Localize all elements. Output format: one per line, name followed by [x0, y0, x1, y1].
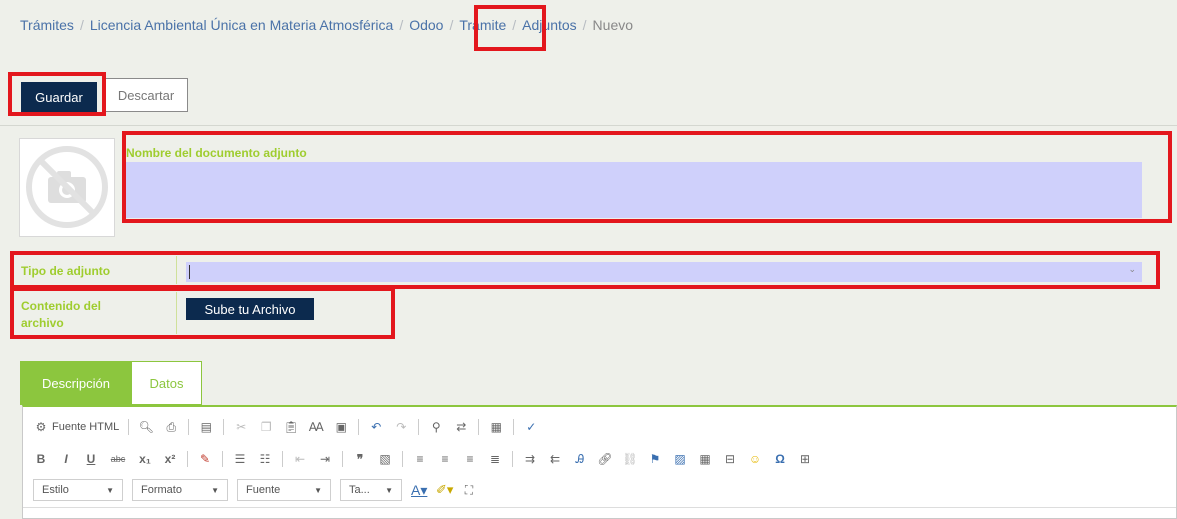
- language-icon[interactable]: Ꭿ: [572, 451, 588, 467]
- undo-icon[interactable]: ↶: [368, 419, 384, 435]
- size-combo[interactable]: Ta... ▼: [340, 479, 402, 501]
- ltr-icon[interactable]: ⇉: [522, 451, 538, 467]
- preview-icon[interactable]: 🔍︎: [138, 419, 154, 435]
- replace-icon[interactable]: ⇄: [453, 419, 469, 435]
- italic-icon[interactable]: I: [58, 451, 74, 467]
- cut-icon[interactable]: ✂: [233, 419, 249, 435]
- html-source-button[interactable]: ⚙ Fuente HTML: [33, 419, 120, 435]
- paste-text-icon[interactable]: Ꜳ: [308, 419, 324, 435]
- format-combo[interactable]: Formato ▼: [132, 479, 228, 501]
- tab-descripcion[interactable]: Descripción: [20, 361, 132, 405]
- toolbar-separator: [187, 451, 188, 467]
- toolbar-separator: [418, 419, 420, 435]
- select-all-icon[interactable]: ▦: [488, 419, 504, 435]
- special-char-omega-icon[interactable]: Ω: [772, 451, 788, 467]
- toolbar-separator: [223, 419, 225, 435]
- format-combo-label: Formato: [141, 484, 182, 496]
- remove-format-icon[interactable]: ✎: [197, 451, 213, 467]
- font-combo[interactable]: Fuente ▼: [237, 479, 331, 501]
- breadcrumb-odoo[interactable]: Odoo: [409, 17, 443, 33]
- toolbar-separator: [512, 451, 513, 467]
- toolbar-separator: [282, 451, 283, 467]
- highlight-content: [10, 287, 395, 339]
- superscript-icon[interactable]: x²: [162, 451, 178, 467]
- align-right-icon[interactable]: ≡: [462, 451, 478, 467]
- print-icon[interactable]: ⎙: [163, 419, 179, 435]
- subscript-icon[interactable]: x₁: [137, 451, 153, 467]
- rich-text-editor[interactable]: ⚙ Fuente HTML 🔍︎ ⎙ ▤ ✂ ❐ 📋︎ Ꜳ ▣ ↶ ↷ ⚲ ⇄ …: [22, 405, 1177, 519]
- image-icon[interactable]: ▨: [672, 451, 688, 467]
- chevron-down-icon: ▼: [106, 485, 114, 495]
- unlink-icon[interactable]: ⛓: [622, 451, 638, 467]
- page-break-icon[interactable]: ⊞: [797, 451, 813, 467]
- bold-icon[interactable]: B: [33, 451, 49, 467]
- table-icon[interactable]: ▦: [697, 451, 713, 467]
- chevron-down-icon: ▼: [211, 485, 219, 495]
- editor-toolbar-row-1: ⚙ Fuente HTML 🔍︎ ⎙ ▤ ✂ ❐ 📋︎ Ꜳ ▣ ↶ ↷ ⚲ ⇄ …: [33, 419, 539, 435]
- toolbar-separator: [342, 451, 343, 467]
- font-combo-label: Fuente: [246, 484, 281, 496]
- chevron-down-icon: ▼: [314, 485, 322, 495]
- maximize-icon[interactable]: ⛶: [461, 482, 477, 498]
- toolbar-separator: [478, 419, 480, 435]
- source-icon: ⚙: [35, 420, 47, 434]
- attachment-image[interactable]: [19, 138, 115, 237]
- highlight-save: [8, 72, 106, 116]
- redo-icon[interactable]: ↷: [393, 419, 409, 435]
- no-camera-icon: [26, 146, 108, 228]
- align-left-icon[interactable]: ≡: [412, 451, 428, 467]
- blockquote-icon[interactable]: ❞: [352, 451, 368, 467]
- toolbar-separator: [358, 419, 360, 435]
- toolbar-separator: [513, 419, 515, 435]
- underline-icon[interactable]: U: [83, 451, 99, 467]
- editor-toolbar-bottom-border: [23, 507, 1176, 508]
- link-icon[interactable]: 🔗︎: [597, 451, 613, 467]
- outdent-icon[interactable]: ⇤: [292, 451, 308, 467]
- breadcrumb-separator: /: [399, 17, 404, 33]
- bulleted-list-icon[interactable]: ☷: [257, 451, 273, 467]
- anchor-flag-icon[interactable]: ⚑: [647, 451, 663, 467]
- align-justify-icon[interactable]: ≣: [487, 451, 503, 467]
- editor-toolbar-row-3: Estilo ▼ Formato ▼ Fuente ▼ Ta... ▼ A▾ ✐…: [33, 479, 477, 501]
- find-icon[interactable]: ⚲: [428, 419, 444, 435]
- horizontal-rule-icon[interactable]: ⊟: [722, 451, 738, 467]
- template-icon[interactable]: ▤: [198, 419, 214, 435]
- copy-icon[interactable]: ❐: [258, 419, 274, 435]
- discard-button[interactable]: Descartar: [104, 78, 188, 112]
- background-color-icon[interactable]: ✐▾: [436, 482, 453, 498]
- text-color-icon[interactable]: A▾: [411, 482, 427, 498]
- rtl-icon[interactable]: ⇇: [547, 451, 563, 467]
- breadcrumb-separator: /: [79, 17, 84, 33]
- style-combo[interactable]: Estilo ▼: [33, 479, 123, 501]
- breadcrumb-tramites[interactable]: Trámites: [20, 17, 74, 33]
- align-center-icon[interactable]: ≡: [437, 451, 453, 467]
- highlight-type: [10, 251, 1160, 289]
- chevron-down-icon: ▼: [385, 485, 393, 495]
- toolbar-separator: [222, 451, 223, 467]
- paste-icon[interactable]: 📋︎: [283, 419, 299, 435]
- smiley-icon[interactable]: ☺: [747, 451, 763, 467]
- toolbar-separator: [128, 419, 130, 435]
- numbered-list-icon[interactable]: ☰: [232, 451, 248, 467]
- breadcrumb-current: Nuevo: [592, 17, 634, 33]
- div-container-icon[interactable]: ▧: [377, 451, 393, 467]
- indent-icon[interactable]: ⇥: [317, 451, 333, 467]
- breadcrumb-separator: /: [582, 17, 587, 33]
- highlight-tramite: [474, 5, 546, 51]
- toolbar-separator: [402, 451, 403, 467]
- style-combo-label: Estilo: [42, 484, 69, 496]
- tab-datos[interactable]: Datos: [132, 361, 202, 405]
- breadcrumb-separator: /: [449, 17, 454, 33]
- breadcrumb-licencia[interactable]: Licencia Ambiental Única en Materia Atmo…: [90, 17, 393, 33]
- strikethrough-icon[interactable]: abc: [108, 451, 128, 467]
- paste-word-icon[interactable]: ▣: [333, 419, 349, 435]
- spellcheck-icon[interactable]: ✓: [523, 419, 539, 435]
- size-combo-label: Ta...: [349, 484, 370, 496]
- html-source-label: Fuente HTML: [52, 421, 120, 433]
- highlight-name: [122, 131, 1172, 223]
- toolbar-separator: [188, 419, 190, 435]
- toolbar-divider: [0, 125, 1177, 126]
- editor-toolbar-row-2: B I U abc x₁ x² ✎ ☰ ☷ ⇤ ⇥ ❞ ▧ ≡ ≡ ≡ ≣ ⇉ …: [33, 451, 813, 467]
